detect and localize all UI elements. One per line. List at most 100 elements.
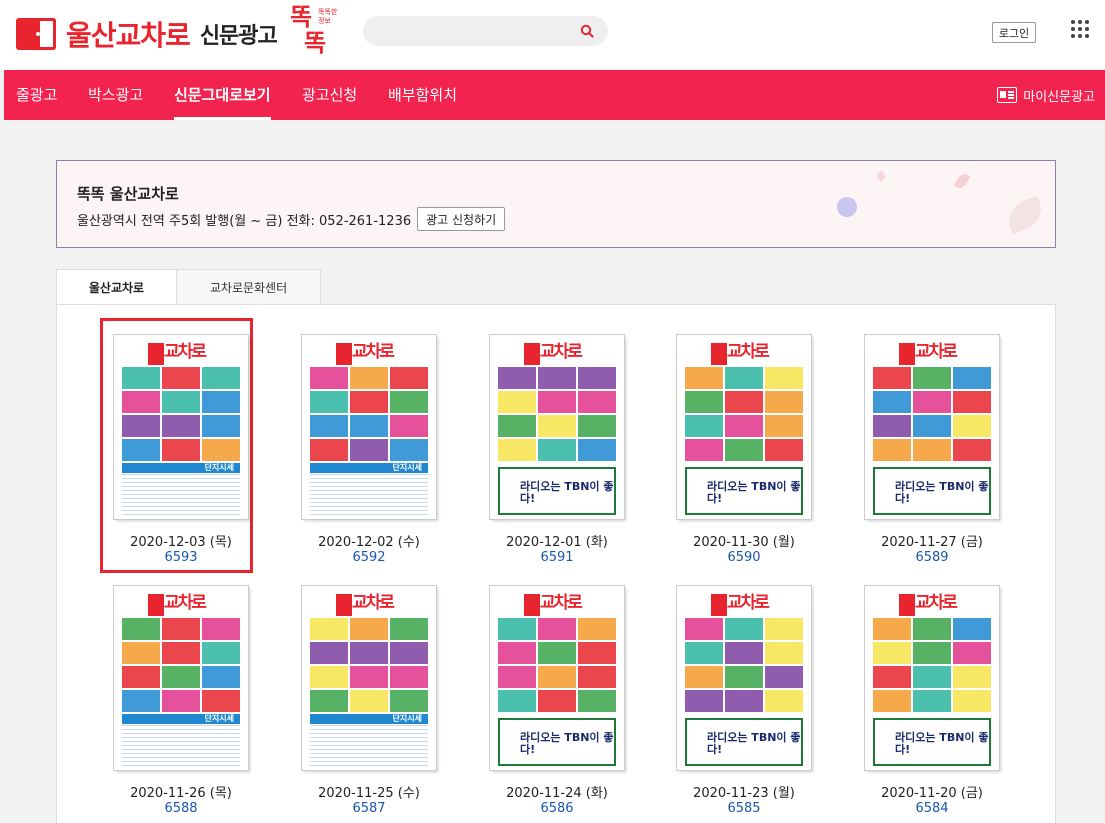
banner-description: 울산광역시 전역 주5회 발행(월 ~ 금) 전화: 052-261-1236 … [77,207,506,231]
app-menu-icon[interactable] [1071,20,1089,38]
masthead: 교차로 [312,590,428,616]
tab-culture-center[interactable]: 교차로문화센터 [176,269,321,305]
search-icon[interactable] [580,24,594,38]
nav-item-paper-view[interactable]: 신문그대로보기 [174,70,271,120]
paper-issue-number[interactable]: 6587 [279,801,459,816]
tbn-radio-ad: 라디오는 TBN이 좋다! [873,467,991,515]
newspaper-cover-image: 교차로 라디오는 TBN이 좋다! [490,586,624,770]
ad-block [122,618,160,640]
ad-block [913,367,951,389]
newspaper-cover-image: 교차로단지시세 [114,335,248,519]
masthead: 교차로 [124,590,240,616]
newspaper-thumbnail[interactable]: 교차로단지시세 [302,335,436,519]
logo-subtitle: 신문광고 [199,24,278,49]
ad-block [390,391,428,413]
paper-issue-number[interactable]: 6592 [279,550,459,565]
ad-block [578,391,616,413]
paper-issue-number[interactable]: 6584 [842,801,1022,816]
newspaper-thumbnail[interactable]: 교차로단지시세 [114,335,248,519]
newspaper-thumbnail[interactable]: 교차로 단지시세 [114,586,248,770]
ad-block [202,367,240,389]
nav-item-ad-request[interactable]: 광고신청 [302,70,357,120]
ad-block [310,618,348,640]
apply-ad-button[interactable]: 광고 신청하기 [417,207,506,231]
ad-block [765,415,803,437]
newspaper-thumbnail[interactable]: 교차로라디오는 TBN이 좋다! [490,335,624,519]
paper-issue-number[interactable]: 6585 [654,801,834,816]
masthead-text: 교차로 [164,593,207,613]
ad-block [350,367,388,389]
decor-leaf-icon [953,171,971,191]
login-button[interactable]: 로그인 [992,22,1036,43]
paper-issue-number[interactable]: 6589 [842,550,1022,565]
paper-issue-number[interactable]: 6590 [654,550,834,565]
paper-issue-number[interactable]: 6586 [467,801,647,816]
ad-block [913,391,951,413]
ad-block [953,666,991,688]
nav-item-rack-location[interactable]: 배부함위치 [388,70,457,120]
ttok-top-glyph: 똑 [290,3,313,31]
ad-block [578,367,616,389]
site-logo[interactable]: 울산교차로 신문광고 [16,14,278,54]
masthead-text: 교차로 [727,593,770,613]
ad-block [765,642,803,664]
logo-text: 울산교차로 [66,19,191,52]
tab-ulsan-gyocharo[interactable]: 울산교차로 [56,269,177,305]
ad-block [310,367,348,389]
newspaper-cover-image: 교차로 단지시세 [302,586,436,770]
newspaper-thumbnail[interactable]: 교차로 라디오는 TBN이 좋다! [490,586,624,770]
masthead-block [899,594,915,616]
ad-block [873,415,911,437]
ttok-logo[interactable]: 똑 똑 똑똑한 정보 [290,4,342,60]
tbn-radio-ad: 라디오는 TBN이 좋다! [498,467,616,515]
newspaper-thumbnail[interactable]: 교차로 라디오는 TBN이 좋다! [865,586,999,770]
paper-issue-number[interactable]: 6593 [91,550,271,565]
ad-block [578,690,616,712]
ad-block [725,415,763,437]
tbn-ad-text: 라디오는 TBN이 좋다! [707,731,801,756]
newspaper-cover-image: 교차로단지시세 [302,335,436,519]
ad-block [350,439,388,461]
ad-block [498,367,536,389]
price-table-label: 단지시세 [204,463,234,472]
ad-block [390,367,428,389]
masthead-text: 교차로 [727,342,770,362]
masthead-text: 교차로 [540,593,583,613]
ad-block [202,642,240,664]
masthead-text: 교차로 [540,342,583,362]
newspaper-thumbnail[interactable]: 교차로라디오는 TBN이 좋다! [677,586,811,770]
ad-block [390,666,428,688]
ad-block [390,439,428,461]
newspaper-thumbnail[interactable]: 교차로 단지시세 [302,586,436,770]
search-box [363,16,608,46]
ad-block [498,391,536,413]
masthead: 교차로 [500,590,616,616]
ttok-bottom-glyph: 똑 [304,29,327,57]
ad-block [913,690,951,712]
ad-block [498,618,536,640]
paper-issue-number[interactable]: 6591 [467,550,647,565]
ad-block [725,391,763,413]
nav-item-line-ad[interactable]: 줄광고 [16,70,57,120]
paper-issue-number[interactable]: 6588 [91,801,271,816]
masthead-block [899,343,915,365]
masthead-block [148,343,164,365]
ad-block [310,642,348,664]
nav-item-box-ad[interactable]: 박스광고 [88,70,143,120]
ad-block [538,642,576,664]
price-table [122,467,240,515]
ad-block [685,367,723,389]
price-table [122,718,240,766]
ad-block [122,367,160,389]
paper-date: 2020-12-01 (화) [506,535,608,550]
paper-date: 2020-11-23 (월) [693,786,795,801]
masthead: 교차로 [312,339,428,365]
search-input[interactable] [377,22,567,40]
masthead-text: 교차로 [164,342,207,362]
price-table-label: 단지시세 [392,463,422,472]
newspaper-thumbnail[interactable]: 교차로라디오는 TBN이 좋다! [865,335,999,519]
newspaper-thumbnail[interactable]: 교차로 라디오는 TBN이 좋다! [677,335,811,519]
masthead-text: 교차로 [915,342,958,362]
price-table [310,467,428,515]
my-newspaper-ad-link[interactable]: 마이신문광고 [997,70,1095,120]
